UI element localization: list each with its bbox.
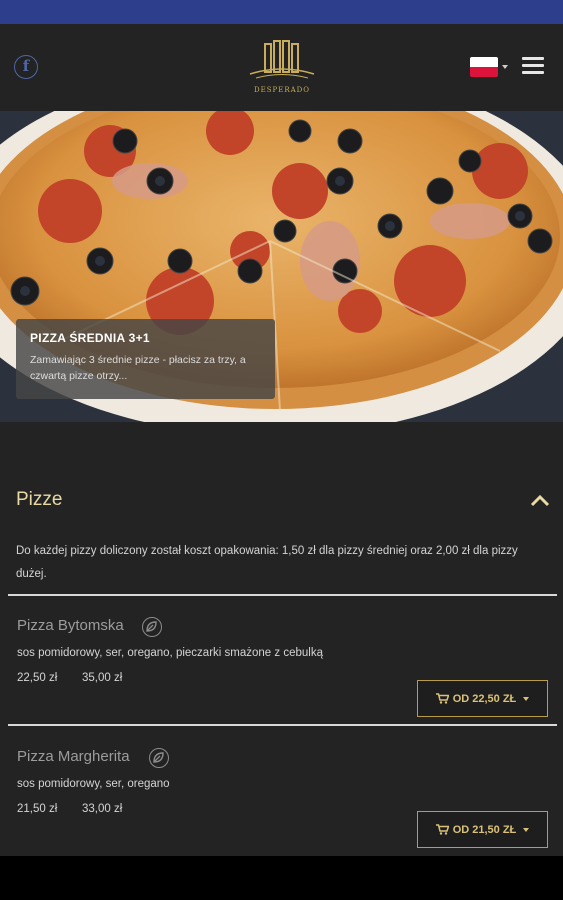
navigation-bar	[0, 856, 563, 900]
order-button-label: OD 21,50 ZŁ	[452, 823, 517, 836]
order-button[interactable]: OD 22,50 ZŁ	[417, 680, 548, 717]
chevron-down-icon	[523, 827, 530, 832]
restaurant-logo[interactable]: DESPERADO	[246, 38, 318, 98]
poland-flag-icon[interactable]	[470, 57, 498, 77]
price-large: 35,00 zł	[82, 672, 123, 684]
item-description: sos pomidorowy, ser, oregano, pieczarki …	[17, 647, 323, 659]
item-name[interactable]: Pizza Margherita	[17, 748, 130, 765]
promo-description: Zamawiając 3 średnie pizze - płacisz za …	[30, 354, 246, 382]
cart-icon	[435, 693, 449, 704]
price-medium: 22,50 zł	[17, 672, 58, 684]
order-button[interactable]: OD 21,50 ZŁ	[417, 811, 548, 848]
divider	[8, 724, 557, 726]
order-button-label: OD 22,50 ZŁ	[452, 692, 517, 705]
chevron-down-icon	[523, 696, 530, 701]
divider	[8, 594, 557, 596]
facebook-icon[interactable]: f	[14, 55, 38, 79]
logo-emblem-icon	[249, 40, 315, 79]
promo-caption[interactable]: PIZZA ŚREDNIA 3+1 Zamawiając 3 średnie p…	[16, 319, 275, 399]
chevron-up-icon[interactable]	[530, 493, 550, 507]
app-header: f DESPERADO	[0, 24, 563, 111]
status-bar	[0, 0, 563, 24]
section-title: Pizze	[16, 489, 63, 510]
logo-text: DESPERADO	[253, 86, 310, 94]
hero-banner[interactable]: PIZZA ŚREDNIA 3+1 Zamawiając 3 średnie p…	[0, 111, 563, 422]
price-large: 33,00 zł	[82, 803, 123, 815]
item-name[interactable]: Pizza Bytomska	[17, 617, 124, 634]
item-description: sos pomidorowy, ser, oregano	[17, 778, 170, 790]
hamburger-menu-icon[interactable]	[522, 57, 544, 77]
packaging-note: Do każdej pizzy doliczony został koszt o…	[16, 545, 518, 580]
price-medium: 21,50 zł	[17, 803, 58, 815]
vegetarian-leaf-icon	[149, 748, 169, 768]
vegetarian-leaf-icon	[142, 617, 162, 637]
language-caret-icon[interactable]	[502, 65, 508, 69]
menu-section: Pizze Do każdej pizzy doliczony został k…	[0, 422, 563, 856]
promo-title: PIZZA ŚREDNIA 3+1	[30, 331, 150, 345]
cart-icon	[435, 824, 449, 835]
